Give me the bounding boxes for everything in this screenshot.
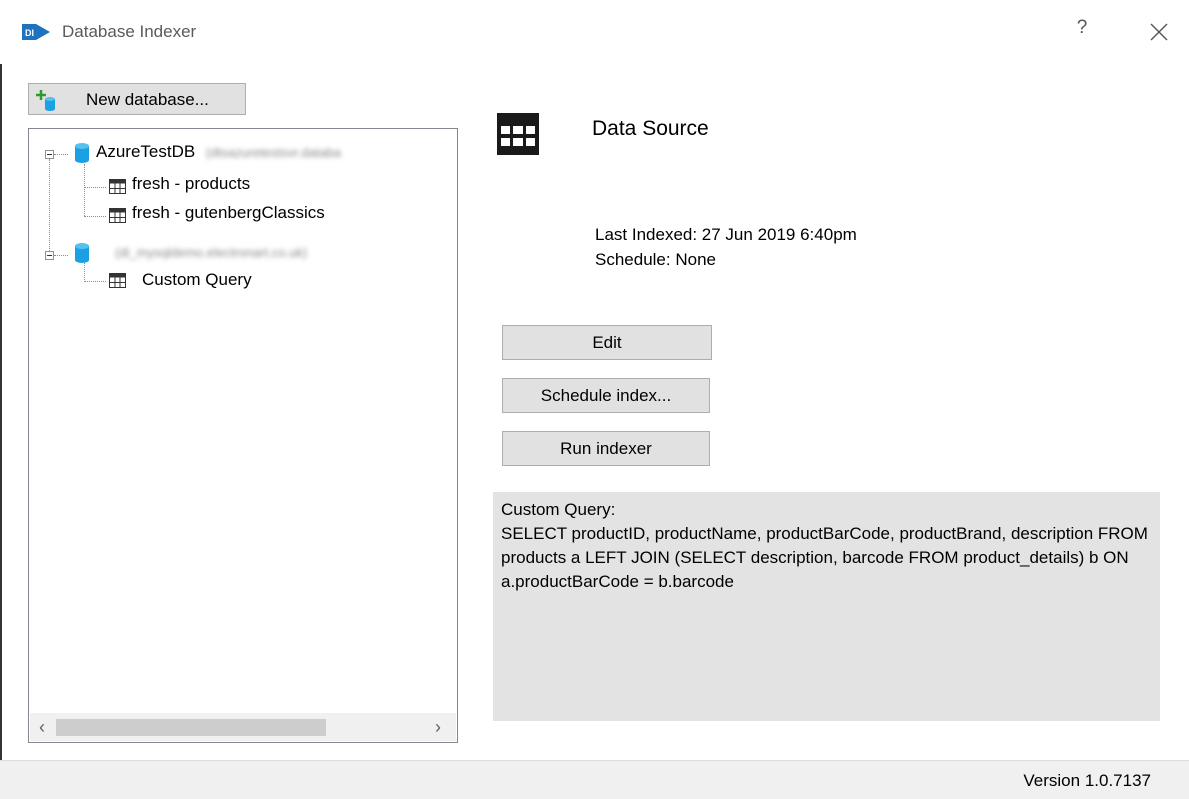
tree-node-azuretestdb[interactable]: AzureTestDB xyxy=(96,142,195,162)
query-text: SELECT productID, productName, productBa… xyxy=(501,524,1148,591)
server-name: (dtsazuretestsvr.databa xyxy=(206,145,342,160)
scrollbar-thumb[interactable] xyxy=(56,719,326,736)
query-heading: Custom Query: xyxy=(501,500,616,519)
table-icon xyxy=(109,208,126,223)
version-label: Version 1.0.7137 xyxy=(1023,771,1151,790)
collapse-toggle[interactable] xyxy=(45,150,54,159)
run-indexer-button[interactable]: Run indexer xyxy=(502,431,710,466)
new-database-button[interactable]: New database... xyxy=(28,83,246,115)
index-info: Last Indexed: 27 Jun 2019 6:40pm Schedul… xyxy=(595,222,857,272)
window-border xyxy=(0,64,2,798)
title-bar: DI Database Indexer ? xyxy=(0,0,1189,64)
database-tree[interactable]: AzureTestDB (dtsazuretestsvr.databa fres… xyxy=(28,128,458,743)
edit-button[interactable]: Edit xyxy=(502,325,712,360)
new-database-label: New database... xyxy=(86,90,209,109)
tree-connector xyxy=(84,164,85,216)
scroll-left-button[interactable]: ‹ xyxy=(32,717,52,737)
window-title: Database Indexer xyxy=(62,22,197,41)
server-name: (di_mysqldemo.electronart.co.uk) xyxy=(115,245,308,260)
tree-connector xyxy=(84,187,106,188)
tree-node-fresh-gutenbergclassics[interactable]: fresh - gutenbergClassics xyxy=(132,203,325,223)
data-source-table-icon xyxy=(497,113,539,155)
tree-connector xyxy=(49,159,50,259)
main-window: DI Database Indexer ? New database... Az… xyxy=(0,0,1189,799)
svg-text:DI: DI xyxy=(25,28,34,38)
tree-connector xyxy=(84,281,106,282)
collapse-toggle[interactable] xyxy=(45,251,54,260)
tree-node-fresh-products[interactable]: fresh - products xyxy=(132,174,250,194)
table-icon xyxy=(109,273,126,288)
query-details-panel: Custom Query: SELECT productID, productN… xyxy=(493,492,1160,721)
tree-connector xyxy=(84,216,106,217)
schedule-text: Schedule: None xyxy=(595,250,716,269)
schedule-index-button[interactable]: Schedule index... xyxy=(502,378,710,413)
add-database-icon xyxy=(36,90,55,111)
close-icon[interactable] xyxy=(1144,17,1174,47)
table-icon xyxy=(109,179,126,194)
last-indexed-text: Last Indexed: 27 Jun 2019 6:40pm xyxy=(595,225,857,244)
tree-connector xyxy=(54,154,68,155)
tree-node-custom-query[interactable]: Custom Query xyxy=(142,270,252,290)
horizontal-scrollbar[interactable]: ‹ › xyxy=(30,713,456,741)
data-source-title: Data Source xyxy=(592,117,709,140)
scroll-right-button[interactable]: › xyxy=(428,717,448,737)
status-bar: Version 1.0.7137 xyxy=(0,760,1189,799)
help-button[interactable]: ? xyxy=(1068,17,1096,47)
app-logo-icon: DI xyxy=(22,24,50,40)
database-icon xyxy=(75,143,89,163)
database-icon xyxy=(75,243,89,263)
tree-connector xyxy=(54,255,68,256)
